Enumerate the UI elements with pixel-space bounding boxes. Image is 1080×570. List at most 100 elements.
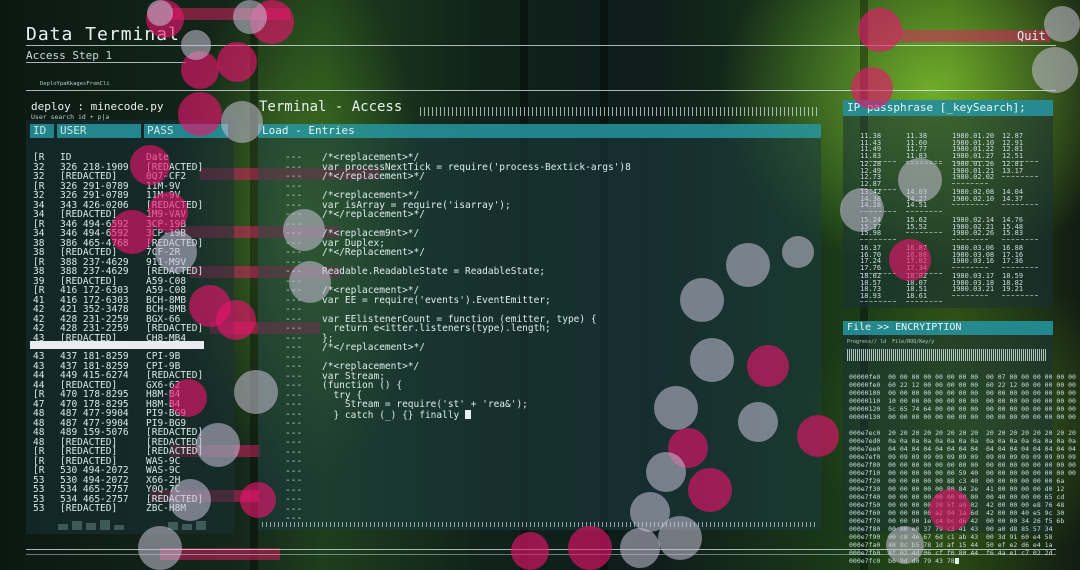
decor-circle-grey xyxy=(147,0,173,26)
code-line: var EE = require('events').EventEmitter; xyxy=(322,294,631,306)
text-cursor xyxy=(954,558,959,564)
terminal-scroll-ruler[interactable] xyxy=(262,522,818,527)
decor-circle-magenta xyxy=(797,415,839,457)
decor-circle-grey xyxy=(886,526,924,564)
quit-button[interactable]: Quit xyxy=(1017,29,1046,43)
code-text: /*</replacement>*/ xyxy=(322,171,425,182)
decor-circle-magenta xyxy=(148,192,188,232)
decor-circle-grey xyxy=(738,402,778,442)
decor-circle-magenta xyxy=(568,526,612,570)
hex-line: 00000120 5c 65 74 64 00 00 00 00 00 00 0… xyxy=(849,405,1076,413)
hex-line: 000e7fb0 8f 02 4d 06 cf f0 80 44 f6 4a e… xyxy=(849,549,1053,557)
code-line: (function () { xyxy=(322,381,631,391)
ip-block-divider xyxy=(952,294,988,296)
decor-circle-grey xyxy=(233,0,267,34)
cell-id: 53 xyxy=(33,503,45,514)
ip-block-divider xyxy=(1002,204,1038,205)
decor-circle-magenta xyxy=(130,145,170,185)
hex-dump: 00000fe0 00 00 00 00 00 00 00 00 00 07 0… xyxy=(849,373,1076,565)
hex-line: 00000100 00 00 00 00 00 00 00 00 00 00 0… xyxy=(849,389,1076,397)
ip-block-divider xyxy=(906,301,942,302)
terminal-ruler xyxy=(420,107,820,116)
code-line: /*</replacement>*/ xyxy=(322,343,631,353)
decor-circle-grey xyxy=(1032,47,1078,93)
code-line: Readable.ReadableState = ReadableState; xyxy=(322,267,631,277)
ip-block-divider xyxy=(952,238,988,240)
hex-line: 000e7f20 00 00 00 00 00 88 c3 40 00 00 0… xyxy=(849,477,1065,485)
header-divider-short xyxy=(26,62,186,63)
decor-circle-magenta xyxy=(217,42,257,82)
hex-line: 00000fe0 00 00 00 00 00 00 00 00 00 07 0… xyxy=(849,373,1076,381)
cell-user: [REDACTED] xyxy=(60,503,118,514)
ip-block-divider xyxy=(860,301,896,302)
ip-block: 1980.03.06 1980.03.08 1980.03.16 xyxy=(952,245,994,268)
selected-row-highlight[interactable] xyxy=(30,341,204,349)
decor-circle-magenta xyxy=(110,210,154,254)
code-line: /*</Replacement>*/ xyxy=(322,248,631,258)
decor-circle-magenta xyxy=(688,468,732,512)
ip-value: 11.83 xyxy=(860,151,882,160)
code-line: return e<itter.listeners(type).length; xyxy=(322,324,631,334)
decor-circle-grey xyxy=(155,231,197,273)
decor-circle-grey xyxy=(654,386,698,430)
ip-value: 14.51 xyxy=(906,201,928,209)
ip-block: 12.81 13.17 xyxy=(1002,161,1038,177)
ip-value: 18.93 xyxy=(860,291,882,300)
column-header-user[interactable]: USER xyxy=(57,124,141,138)
ip-block-divider xyxy=(1002,266,1038,268)
decor-circle-magenta xyxy=(858,8,902,52)
decor-circle-magenta xyxy=(929,489,971,531)
code-text: var EE = require('events').EventEmitter; xyxy=(322,294,551,306)
decor-circle-magenta xyxy=(216,300,256,340)
ip-block: 1980.02.08 1980.02.10 xyxy=(952,189,994,205)
decor-circle-magenta xyxy=(169,379,207,417)
ip-block-divider xyxy=(906,232,942,233)
ip-value: 1980.02.26 xyxy=(952,229,995,237)
hex-line: 000e7fa0 40 8c b5 78 1d af 15 44 50 ef e… xyxy=(849,541,1053,549)
hex-line: 00000110 10 00 00 00 00 00 00 00 00 00 0… xyxy=(849,397,1076,405)
terminal-code[interactable]: /*<replacement>*/var processNextTick = r… xyxy=(322,153,631,421)
ip-block-divider xyxy=(952,204,988,205)
hex-line: 000e7ed0 0a 0a 0a 0a 0a 0a 0a 0a 0a 0a 0… xyxy=(849,437,1076,445)
decor-circle-magenta xyxy=(747,345,789,387)
ip-block: 11.38 11.43 11.49 11.83 xyxy=(860,133,896,162)
hex-line xyxy=(849,421,1076,429)
code-text: Readable.ReadableState = ReadableState; xyxy=(322,266,546,277)
ip-block: 12.87 12.91 12.81 12.51 xyxy=(1002,133,1038,162)
load-entries-bar: Load - Entries xyxy=(258,124,821,138)
ip-value: 17.36 xyxy=(1002,257,1024,265)
encryption-waveform xyxy=(847,349,1047,361)
hex-line: 000e7ec0 20 20 20 20 20 20 20 20 20 20 2… xyxy=(849,429,1076,437)
code-line: Stream = require('st' + 'rea&'); xyxy=(322,400,631,410)
column-header-id[interactable]: ID xyxy=(30,124,54,138)
decor-circle-grey xyxy=(690,338,734,382)
ip-block-divider xyxy=(952,266,988,268)
ip-value: 12.87 xyxy=(860,179,882,188)
code-text: } catch (_) {} finally xyxy=(322,409,465,421)
hex-line: 000e7f10 00 00 00 00 00 00 59 40 00 00 0… xyxy=(849,469,1076,477)
ip-value: 15.52 xyxy=(906,222,928,231)
decor-circle-grey xyxy=(1044,6,1080,42)
ip-block: 18.02 18.57 18.73 18.93 xyxy=(860,273,896,302)
hex-line: 000e7ee0 04 04 04 04 04 04 04 04 04 04 0… xyxy=(849,445,1076,453)
ip-block: 12.28 12.49 12.73 12.87 xyxy=(860,161,896,190)
text-cursor xyxy=(465,409,471,419)
hex-line: 000e7ef0 09 09 09 09 09 09 09 09 09 09 0… xyxy=(849,453,1076,461)
code-text: /*</Replacement>*/ xyxy=(322,247,425,258)
hex-line: 000e7f90 00 c8 4e 67 6d c1 ab 43 00 3d 9… xyxy=(849,533,1053,541)
ip-block-divider xyxy=(1002,238,1038,240)
decor-circle-grey xyxy=(658,516,702,560)
ip-value: 14.37 xyxy=(1002,194,1024,203)
hex-line: 00000fe0 60 22 12 00 00 00 00 00 60 22 1… xyxy=(849,381,1076,389)
decor-circle-grey xyxy=(680,278,724,322)
ip-value: 1980.02.10 xyxy=(952,194,995,203)
code-text: /*</replacement>*/ xyxy=(322,342,425,353)
decor-circle-grey xyxy=(840,188,884,232)
deploy-path-label: DeploYpaKkagesFromCli xyxy=(40,81,110,87)
ip-value: 1980.03.21 xyxy=(952,285,995,293)
access-step-label: Access Step 1 xyxy=(26,49,113,62)
ip-value-grid: 11.38 11.43 11.49 11.83 11.38 11.60 11.77 11.83… xyxy=(860,133,1050,303)
ip-block-divider xyxy=(860,238,896,240)
ip-value: 13.17 xyxy=(1002,166,1024,175)
encryption-progress-label: Progress// ld File/ROO/Key/y xyxy=(847,339,935,345)
